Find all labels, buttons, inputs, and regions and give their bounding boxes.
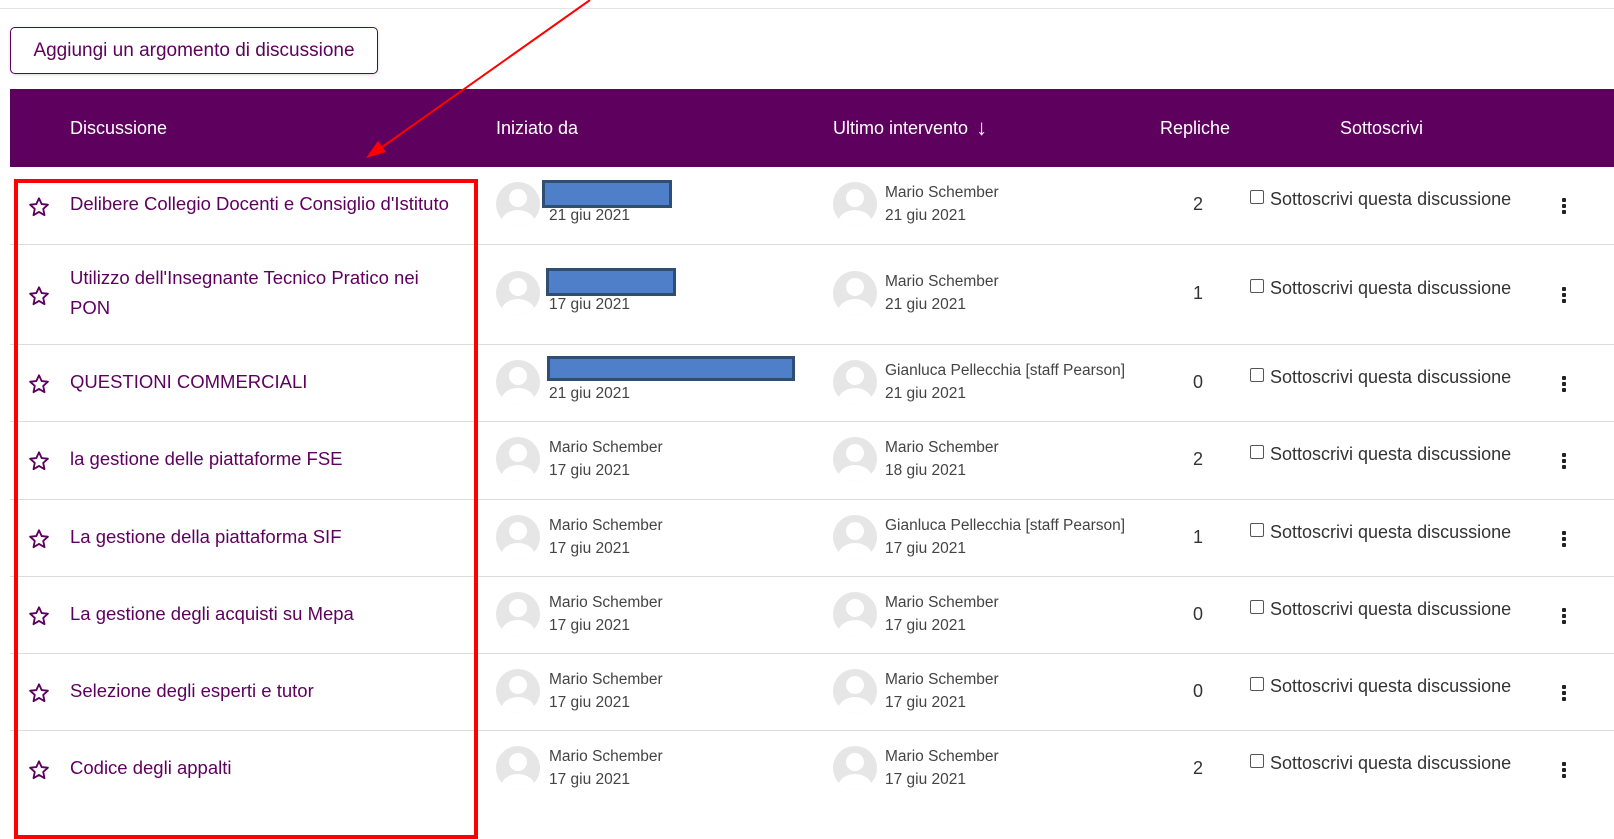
annotation-arrow	[366, 0, 591, 158]
